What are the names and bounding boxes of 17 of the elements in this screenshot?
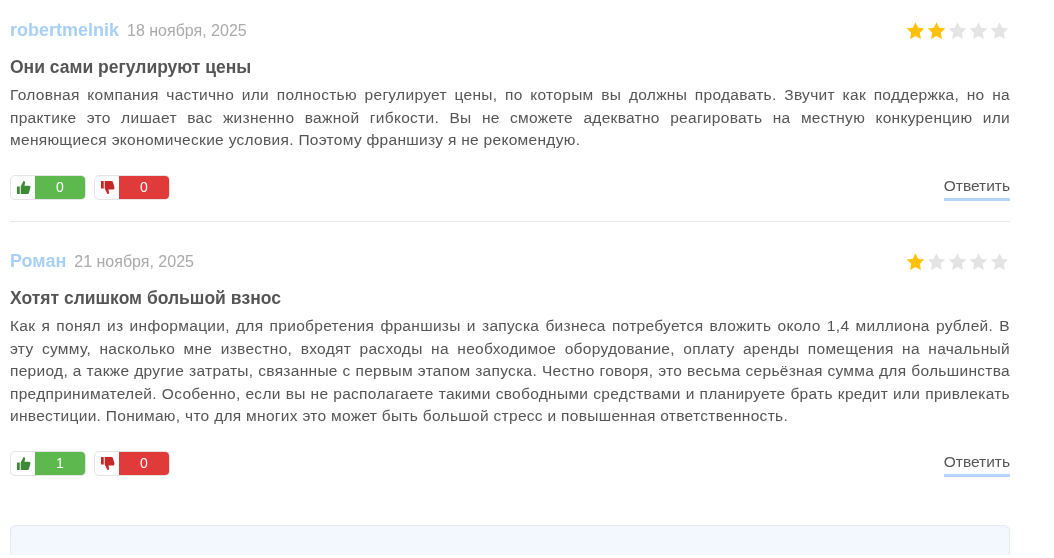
- star-filled-icon: [905, 20, 926, 41]
- like-button[interactable]: 1: [10, 450, 86, 476]
- dislike-button[interactable]: 0: [94, 450, 170, 476]
- author-name: robertmelnik: [10, 20, 120, 40]
- review-text: Головная компания частично или полностью регулирует цены, по которым вы должны продавать. Звучит как поддержка, но на практике это лишает вас жизненно важной гибкости. Вы не сможете адекватно реагировать на местную конкуренцию или меняющиеся экономические условия. Поэтому франшизу я не рекомендую.: [10, 85, 1010, 151]
- star-filled-icon: [926, 20, 947, 41]
- dislike-button[interactable]: 0: [94, 174, 170, 200]
- review-title: Они сами регулируют цены: [10, 56, 253, 79]
- review-title: Хотят слишком большой взнос: [10, 287, 282, 310]
- star-filled-icon: [905, 251, 926, 272]
- reply-link[interactable]: Ответить: [943, 449, 1010, 477]
- like-button[interactable]: 0: [10, 174, 86, 200]
- author-name: Роман: [10, 251, 67, 271]
- review-date: 21 ноября, 2025: [74, 253, 194, 270]
- review-date: 18 ноября, 2025: [127, 22, 247, 39]
- reply-link[interactable]: Ответить: [943, 173, 1010, 201]
- review-text: Как я понял из информации, для приобретения франшизы и запуска бизнеса потребуется вложить около 1,4 миллиона рублей. В эту сумму, насколько мне известно, входят расходы на необходимое оборудование, оплату аренды помещения на начальный период, а также другие затраты, связанные с первым этапом запуска. Честно говоря, это весьма серьёзная сумма для большинства предпринимателей. Особенно, если вы не располагаете такими свободными средствами и планируете брать кредит или привлекать инвестиции. Понимаю, что для многих это может быть большой стресс и повышенная ответственность.: [10, 316, 1010, 427]
